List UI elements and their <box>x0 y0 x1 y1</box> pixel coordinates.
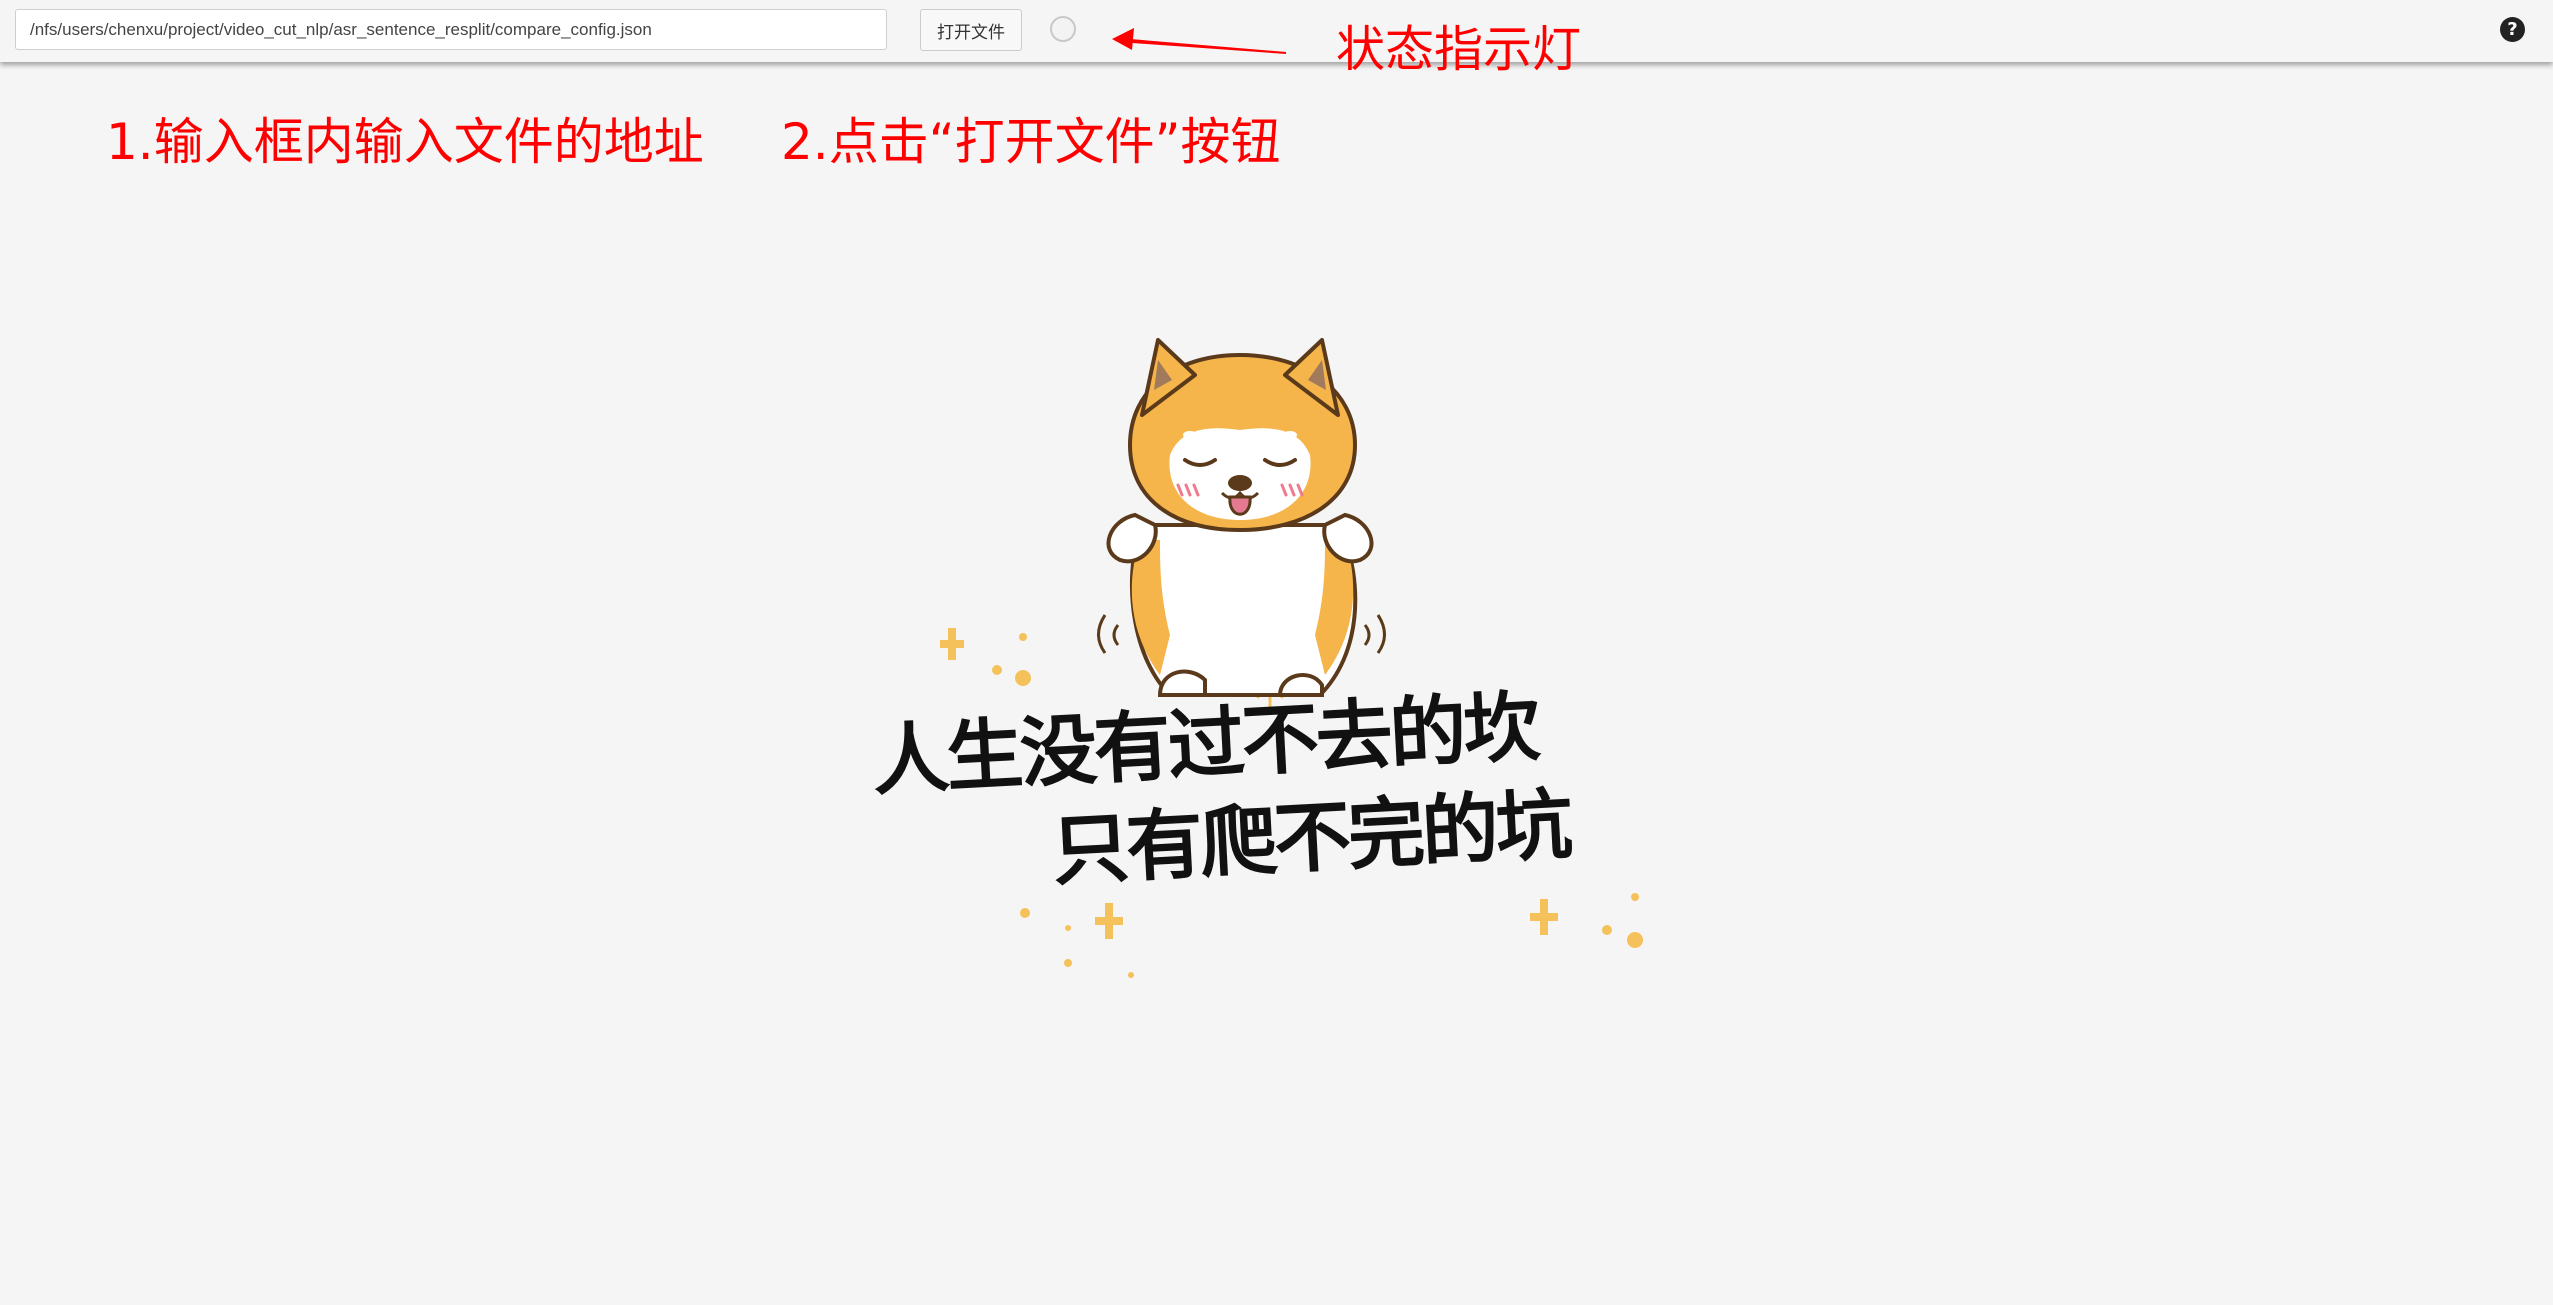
step1-annotation: 1.输入框内输入文件的地址 <box>106 113 704 171</box>
status-indicator-light <box>1050 16 1076 42</box>
open-file-button[interactable]: 打开文件 <box>920 9 1022 51</box>
shiba-dog-illustration <box>940 338 1643 978</box>
step2-annotation: 2.点击“打开文件”按钮 <box>781 113 1281 171</box>
file-path-input[interactable] <box>15 9 887 50</box>
question-circle-icon[interactable]: ? <box>2500 17 2525 42</box>
annotation-arrow <box>1112 28 1286 54</box>
status-light-annotation: 状态指示灯 <box>1336 21 1582 78</box>
